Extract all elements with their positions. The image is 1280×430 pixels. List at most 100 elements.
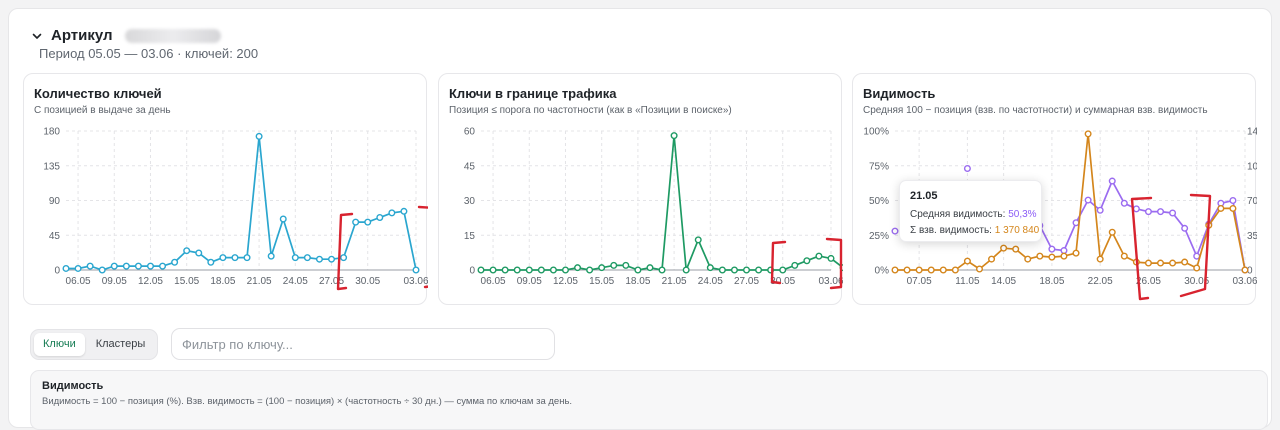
data-point xyxy=(364,218,372,226)
data-point xyxy=(779,266,787,274)
data-point xyxy=(1072,219,1080,227)
series-line xyxy=(66,135,417,271)
data-point xyxy=(891,227,899,235)
data-point xyxy=(1108,228,1116,236)
data-point xyxy=(1048,245,1056,253)
article-label: Артикул xyxy=(51,27,113,44)
y-right-tick-label: 1400k xyxy=(1247,127,1257,138)
x-tick-label: 07.05 xyxy=(907,276,932,287)
data-point xyxy=(1036,252,1044,260)
data-point xyxy=(122,262,130,270)
tab-keys[interactable]: Ключи xyxy=(34,333,85,356)
key-filter-input[interactable] xyxy=(171,328,555,360)
data-point xyxy=(207,258,215,266)
x-tick-label: 24.05 xyxy=(698,276,723,287)
article-panel: Артикул Период 05.05 — 03.06 · ключей: 2… xyxy=(8,8,1272,430)
data-point xyxy=(670,132,678,140)
keys-count-chart: 0 45 90 135 180 06.05 09.05 12.05 15.05 18.05 21.0… xyxy=(43,127,428,291)
article-header[interactable]: Артикул xyxy=(31,27,221,44)
data-point xyxy=(903,266,911,274)
data-point xyxy=(791,261,799,269)
data-point xyxy=(1072,249,1080,257)
data-point xyxy=(1169,259,1177,267)
data-point xyxy=(315,255,323,263)
x-tick-label: 15.05 xyxy=(174,276,199,287)
data-point xyxy=(963,257,971,265)
tooltip-value: 1 370 840 xyxy=(994,225,1040,236)
data-point xyxy=(1060,252,1068,260)
data-point xyxy=(718,266,726,274)
x-tick-label: 11.05 xyxy=(955,276,980,287)
data-point xyxy=(610,261,618,269)
x-tick-label: 09.05 xyxy=(102,276,127,287)
y-tick-label: 45 xyxy=(464,161,476,172)
x-tick-label: 21.05 xyxy=(662,276,687,287)
data-point xyxy=(1144,259,1152,267)
data-point xyxy=(706,264,714,272)
period-summary: Период 05.05 — 03.06 · ключей: 200 xyxy=(39,46,259,61)
y-tick-label: 45 xyxy=(49,231,61,242)
tab-clusters[interactable]: Кластеры xyxy=(87,333,155,356)
y-right-tick-label: 1050k xyxy=(1247,161,1257,172)
data-point xyxy=(1144,208,1152,216)
data-point xyxy=(586,266,594,274)
data-point xyxy=(646,264,654,272)
data-point xyxy=(279,215,287,223)
x-tick-label: 03.06 xyxy=(1232,276,1257,287)
y-tick-label: 50% xyxy=(869,196,889,207)
data-point xyxy=(574,264,582,272)
tooltip-value: 50,3% xyxy=(1008,209,1037,220)
y-tick-label: 15 xyxy=(464,231,476,242)
data-point xyxy=(755,266,763,274)
data-point xyxy=(730,266,738,274)
data-point xyxy=(477,266,485,274)
x-tick-label: 14.05 xyxy=(991,276,1016,287)
data-point xyxy=(1120,252,1128,260)
x-tick-label: 03.06 xyxy=(403,276,428,287)
data-point xyxy=(303,254,311,262)
info-text: Видимость = 100 − позиция (%). Взв. види… xyxy=(42,396,573,407)
x-tick-label: 21.05 xyxy=(247,276,272,287)
data-point xyxy=(1096,206,1104,214)
x-tick-label: 15.05 xyxy=(589,276,614,287)
data-point xyxy=(658,266,666,274)
data-point xyxy=(988,255,996,263)
data-point xyxy=(1169,209,1177,217)
tooltip-sum-visibility: Σ взв. видимость: 1 370 840 xyxy=(910,225,1039,236)
data-point xyxy=(159,262,167,270)
info-title: Видимость xyxy=(42,380,104,392)
data-point xyxy=(171,258,179,266)
x-tick-label: 22.05 xyxy=(1088,276,1113,287)
x-tick-label: 30.05 xyxy=(355,276,380,287)
y-tick-label: 100% xyxy=(863,127,889,138)
data-point xyxy=(1217,204,1225,212)
data-point xyxy=(1024,255,1032,263)
data-point xyxy=(1181,224,1189,232)
data-point xyxy=(622,261,630,269)
y-tick-label: 0 xyxy=(54,266,60,277)
y-tick-label: 180 xyxy=(43,127,60,138)
y-right-tick-label: 700k xyxy=(1247,196,1257,207)
data-point xyxy=(291,254,299,262)
data-point xyxy=(803,257,811,265)
data-point xyxy=(1000,244,1008,252)
data-point xyxy=(146,262,154,270)
y-tick-label: 25% xyxy=(869,231,889,242)
data-point xyxy=(74,264,82,272)
chevron-down-icon[interactable] xyxy=(31,30,43,42)
data-point xyxy=(939,266,947,274)
chart-card-traffic-keys: Ключи в границе трафика Позиция ≤ порога… xyxy=(438,73,843,305)
x-tick-label: 12.05 xyxy=(553,276,578,287)
data-point xyxy=(1096,255,1104,263)
data-point xyxy=(340,254,348,262)
data-point xyxy=(1157,259,1165,267)
tooltip-label: Средняя видимость: xyxy=(910,209,1006,220)
tooltip-avg-visibility: Средняя видимость: 50,3% xyxy=(910,209,1037,220)
data-point xyxy=(98,266,106,274)
data-point xyxy=(634,266,642,274)
y-tick-label: 60 xyxy=(464,127,476,138)
data-point xyxy=(501,266,509,274)
series-line xyxy=(1039,180,1246,271)
data-point xyxy=(1060,247,1068,255)
data-point xyxy=(62,264,70,272)
